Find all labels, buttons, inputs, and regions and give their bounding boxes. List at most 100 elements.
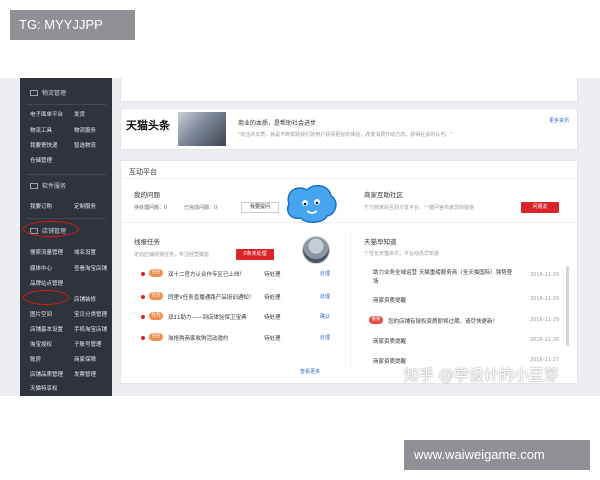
news-scrollbar[interactable] (566, 266, 569, 346)
sidebar-item[interactable]: 图片空间 (30, 310, 52, 318)
sidebar-item[interactable]: 物流工具 (30, 126, 52, 134)
sidebar-section-software[interactable]: 软件服务 (30, 181, 66, 190)
blue-blob-sticker-icon (287, 184, 337, 223)
task-tag: 任务 (149, 269, 163, 277)
task-status: 待处理 (264, 272, 281, 278)
completed-questions: 已完成问题：0 (184, 205, 218, 211)
task-title[interactable]: 双11助力——到店体验保卫宝典 (168, 313, 247, 321)
headline-title[interactable]: 商业的本质，是帮助社会进步 (238, 118, 316, 127)
sidebar-item[interactable]: 媒体中心 (30, 264, 52, 272)
task-action-link[interactable]: 确认 (320, 313, 330, 320)
sidebar-section-label: 物流管理 (42, 90, 67, 97)
sidebar-item[interactable]: 手机淘宝店铺 (74, 325, 107, 333)
divider (26, 104, 106, 105)
sidebar-item[interactable]: 物流服务 (74, 126, 96, 134)
community-desc: 千万商家的互助分享平台，一键问答商家您的疑惑 (364, 205, 475, 211)
task-action-link[interactable]: 处理 (320, 293, 330, 300)
sidebar-item[interactable]: 店铺装修 (74, 295, 96, 303)
task-title[interactable]: 双十二官方认合作专区已上线！ (168, 270, 245, 278)
page: TG: MYYJJPP 物流管理 电子面单平台 发货 物流工具 物流服务 我要寄… (0, 0, 600, 480)
annotation-circle (23, 290, 69, 305)
news-item-title-line2[interactable]: 场 (373, 277, 379, 285)
sidebar-item[interactable]: 我要订购 (30, 202, 52, 210)
sidebar-item[interactable]: 天猫特享权 (30, 384, 58, 392)
sidebar-item[interactable]: 发票管理 (74, 370, 96, 378)
tag-label-bottom: www.waiweigame.com (404, 440, 590, 470)
platform-title: 互动平台 (129, 168, 157, 176)
view-more-link[interactable]: 查看更多 (300, 368, 320, 375)
sidebar-item[interactable]: 电子面单平台 (30, 110, 63, 118)
task-status: 待处理 (264, 315, 281, 321)
pending-questions: 待处理问题：0 (134, 205, 168, 211)
divider (121, 178, 577, 179)
ask-question-button[interactable]: 我要提问 (241, 202, 279, 213)
sidebar-item[interactable]: 子账号管理 (74, 340, 102, 348)
sidebar-section-logistics[interactable]: 物流管理 (30, 88, 66, 97)
sidebar-item[interactable]: 我要寄快递 (30, 141, 58, 149)
sidebar-item[interactable]: 搜索流量管理 (30, 248, 63, 256)
sidebar-item[interactable]: 品牌站点管理 (30, 279, 63, 287)
my-questions-title: 我的问题 (134, 191, 160, 199)
news-item-title[interactable]: 助力业务全域运营 天猫重磅服务商（全天猫国际）强势登 (373, 268, 512, 276)
top-card (120, 78, 578, 102)
annotation-circle (23, 221, 79, 237)
divider (26, 218, 106, 219)
divider (26, 174, 106, 175)
tmall-news-desc: 个性化天猫资讯，平台动态早知道 (364, 251, 440, 257)
truck-icon (30, 89, 38, 96)
unread-dot (141, 272, 145, 276)
sidebar-item[interactable]: 账房 (30, 355, 41, 363)
tmall-headlines-logo: 天猫头条 (126, 117, 170, 133)
important-tag: 重要 (369, 316, 383, 324)
sidebar-item[interactable]: 淘宝授权 (30, 340, 52, 348)
online-tasks-desc: 定向店铺线报任务，专注经营赋能 (134, 252, 210, 258)
tag-label-top: TG: MYYJJPP (10, 10, 135, 40)
sidebar-item[interactable]: 宝贝分类管理 (74, 310, 107, 318)
task-status: 待处理 (264, 336, 281, 342)
unread-dot (141, 336, 145, 340)
news-item-title[interactable]: 商家资质提醒 (373, 357, 406, 365)
task-tag: 任务 (149, 333, 163, 341)
task-action-link[interactable]: 处理 (320, 334, 330, 341)
task-tag: 任务 (149, 312, 163, 320)
sidebar-item[interactable]: 发货 (74, 110, 85, 118)
task-action-link[interactable]: 处理 (320, 270, 330, 277)
news-item-title[interactable]: 商家资质提醒 (373, 337, 406, 345)
more-news-link[interactable]: 更多资讯 (549, 117, 569, 124)
news-item-title[interactable]: 您的店铺有授权资质即将过期，请尽快更新！ (388, 317, 498, 325)
online-tasks-title: 线报任务 (134, 238, 160, 246)
pending-tasks-button[interactable]: 0条未处理 (236, 249, 274, 260)
ask-friends-button[interactable]: 问朋友 (521, 202, 559, 213)
sidebar-item[interactable]: 查看淘宝店铺 (74, 264, 107, 272)
sidebar-item[interactable]: 智选物流 (74, 141, 96, 149)
monitor-icon (30, 182, 38, 189)
task-title[interactable]: 同里V任务直播通路产品培训通知！ (168, 293, 254, 301)
divider (121, 222, 577, 223)
tmall-news-title: 天猫早知道 (364, 238, 397, 246)
sidebar-item[interactable]: 仓储管理 (30, 156, 52, 164)
column-divider (350, 230, 351, 370)
sidebar-item[interactable]: 域名设置 (74, 248, 96, 256)
headline-desc: "商业的本质，就是不断帮助我们的用户获得更好的体验，改变消费升级方向，获得社会的… (238, 132, 453, 138)
task-title[interactable]: 淘抢购商家收购活动邀约 (168, 334, 229, 342)
news-item-title[interactable]: 商家资质提醒 (373, 296, 406, 304)
sidebar-item[interactable]: 店铺基本设置 (30, 325, 63, 333)
news-item-date: 2016-11-29 (530, 272, 560, 278)
community-title: 商家互助社区 (364, 191, 403, 199)
sidebar-section-label: 软件服务 (42, 183, 67, 190)
headline-photo (178, 112, 226, 146)
task-tag: 任务 (149, 292, 163, 300)
sidebar-item[interactable]: 商家保障 (74, 355, 96, 363)
news-item-date: 2016-11-29 (530, 317, 560, 323)
unread-dot (141, 315, 145, 319)
news-item-date: 2016-11-29 (530, 296, 560, 302)
news-item-date: 2016-11-27 (530, 357, 560, 363)
sidebar-item[interactable]: 定制服务 (74, 202, 96, 210)
logo-text: 天猫头条 (126, 119, 170, 132)
unread-dot (141, 295, 145, 299)
news-item-date: 2016-11-28 (530, 337, 560, 343)
task-status: 待处理 (264, 295, 281, 301)
user-avatar (302, 236, 330, 264)
sidebar-item[interactable]: 店铺品质管理 (30, 370, 63, 378)
zhihu-watermark: 知乎 @学设计的小豆芽 (404, 366, 559, 384)
